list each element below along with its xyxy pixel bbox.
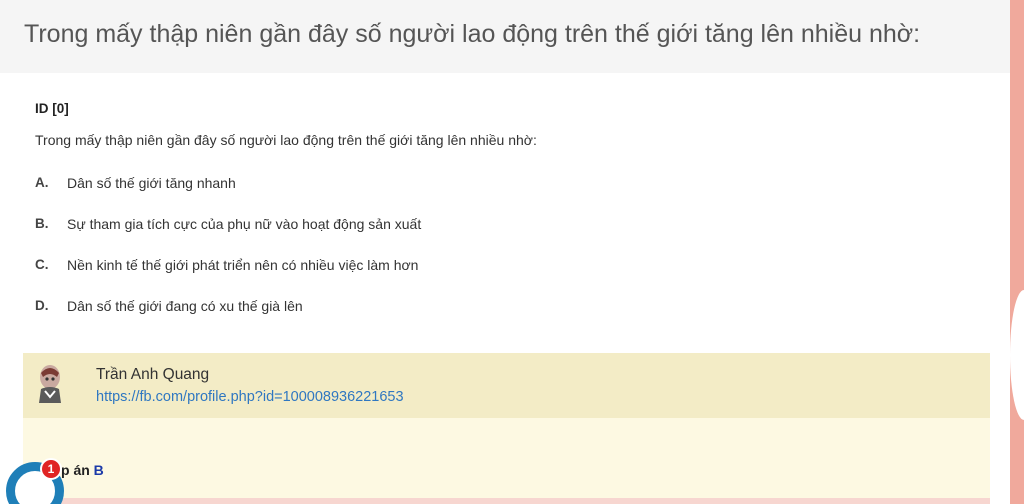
option-text: Nền kinh tế thế giới phát triển nên có n… bbox=[67, 256, 419, 273]
author-card: Trần Anh Quang https://fb.com/profile.ph… bbox=[23, 353, 990, 418]
question-panel: Trong mấy thập niên gần đây số người lao… bbox=[0, 0, 1010, 504]
answer-box: p án B bbox=[23, 418, 990, 504]
option-c[interactable]: C. Nền kinh tế thế giới phát triển nên c… bbox=[35, 244, 1010, 285]
answer-value: B bbox=[93, 462, 104, 478]
divider bbox=[23, 498, 990, 504]
option-letter: C. bbox=[35, 257, 49, 272]
option-letter: B. bbox=[35, 216, 49, 231]
right-edge-decoration bbox=[1010, 0, 1024, 504]
option-text: Dân số thế giới đang có xu thế già lên bbox=[67, 297, 303, 314]
option-text: Sự tham gia tích cực của phụ nữ vào hoạt… bbox=[67, 215, 422, 232]
option-text: Dân số thế giới tăng nhanh bbox=[67, 174, 236, 191]
option-b[interactable]: B. Sự tham gia tích cực của phụ nữ vào h… bbox=[35, 203, 1010, 244]
option-list: A. Dân số thế giới tăng nhanh B. Sự tham… bbox=[35, 162, 1010, 326]
avatar[interactable] bbox=[35, 363, 65, 403]
question-header: Trong mấy thập niên gần đây số người lao… bbox=[0, 0, 1010, 73]
answer-label: p án B bbox=[61, 462, 104, 478]
notification-badge: 1 bbox=[40, 458, 62, 480]
question-content: ID [0] Trong mấy thập niên gần đây số ng… bbox=[0, 73, 1010, 326]
option-letter: A. bbox=[35, 175, 49, 190]
page-title: Trong mấy thập niên gần đây số người lao… bbox=[24, 20, 921, 48]
question-text: Trong mấy thập niên gần đây số người lao… bbox=[35, 132, 537, 148]
author-profile-link[interactable]: https://fb.com/profile.php?id=1000089362… bbox=[96, 389, 404, 405]
right-edge-arc bbox=[1010, 290, 1024, 420]
option-a[interactable]: A. Dân số thế giới tăng nhanh bbox=[35, 162, 1010, 203]
question-id: ID [0] bbox=[35, 101, 69, 116]
answer-prefix: p án bbox=[61, 462, 90, 478]
option-d[interactable]: D. Dân số thế giới đang có xu thế già lê… bbox=[35, 285, 1010, 326]
author-name: Trần Anh Quang bbox=[96, 366, 210, 383]
option-letter: D. bbox=[35, 298, 49, 313]
